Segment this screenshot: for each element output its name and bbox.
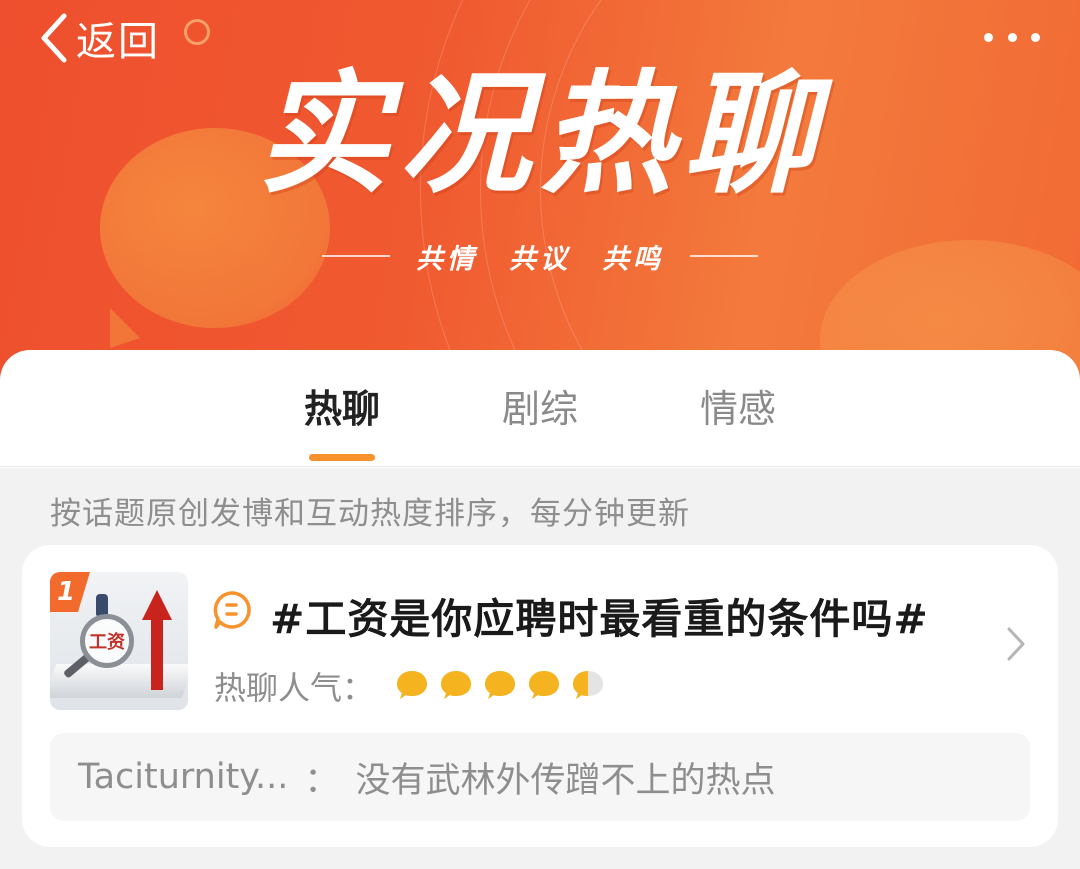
header-banner: 返回 实况热聊 共情 共议 共鸣 (0, 0, 1080, 400)
heat-bubble-icon (441, 671, 471, 699)
more-options-button[interactable] (984, 22, 1040, 52)
tagline-text: 共情 共议 共鸣 (416, 243, 664, 275)
back-button[interactable]: 返回 (38, 12, 160, 65)
thumbnail-text: 工资 (89, 632, 125, 653)
heat-bubble-icon (397, 671, 427, 699)
heat-label: 热聊人气： (214, 669, 375, 707)
chevron-right-icon (1007, 627, 1025, 661)
active-tab-indicator (309, 454, 375, 461)
topic-title[interactable]: #工资是你应聘时最看重的条件吗# (270, 585, 929, 645)
heat-bubble-icon (573, 671, 603, 699)
decor-ring (184, 19, 210, 45)
topic-thumbnail: 工资 1 (50, 572, 188, 710)
featured-comment[interactable]: Taciturnity... ： 没有武林外传蹭不上的热点 (50, 733, 1030, 821)
tab-bar: 热聊 剧综 情感 (0, 350, 1080, 468)
rank-badge: 1 (50, 572, 90, 612)
dot-icon (984, 32, 993, 42)
chevron-left-icon (41, 13, 67, 63)
tab-hot-chat[interactable]: 热聊 (290, 378, 394, 438)
heat-rating (394, 667, 614, 703)
tab-drama-variety[interactable]: 剧综 (488, 378, 592, 438)
figure-image (96, 594, 108, 616)
comment-text: 没有武林外传蹭不上的热点 (355, 760, 776, 801)
dot-icon (1031, 32, 1040, 42)
divider-line (690, 255, 758, 257)
ranking-notice: 按话题原创发博和互动热度排序，每分钟更新 (50, 496, 690, 532)
hero-title: 实况热聊 (257, 58, 825, 212)
dot-icon (1007, 32, 1017, 42)
hero-tagline: 共情 共议 共鸣 (310, 236, 770, 276)
divider (0, 466, 1080, 467)
heat-bubble-icon (485, 671, 515, 699)
divider-line (322, 255, 390, 257)
chat-bubble-icon (213, 591, 251, 629)
topic-card[interactable]: 工资 1 #工资是你应聘时最看重的条件吗# 热聊人气： Taciturnity.… (22, 545, 1058, 847)
comment-separator: ： (304, 760, 340, 801)
magnifier-icon: 工资 (80, 614, 134, 668)
comment-user[interactable]: Taciturnity... (78, 757, 288, 797)
up-arrow-icon (142, 590, 172, 690)
tab-emotion[interactable]: 情感 (686, 378, 790, 438)
back-label: 返回 (76, 19, 160, 65)
heat-bubble-icon (529, 671, 559, 699)
